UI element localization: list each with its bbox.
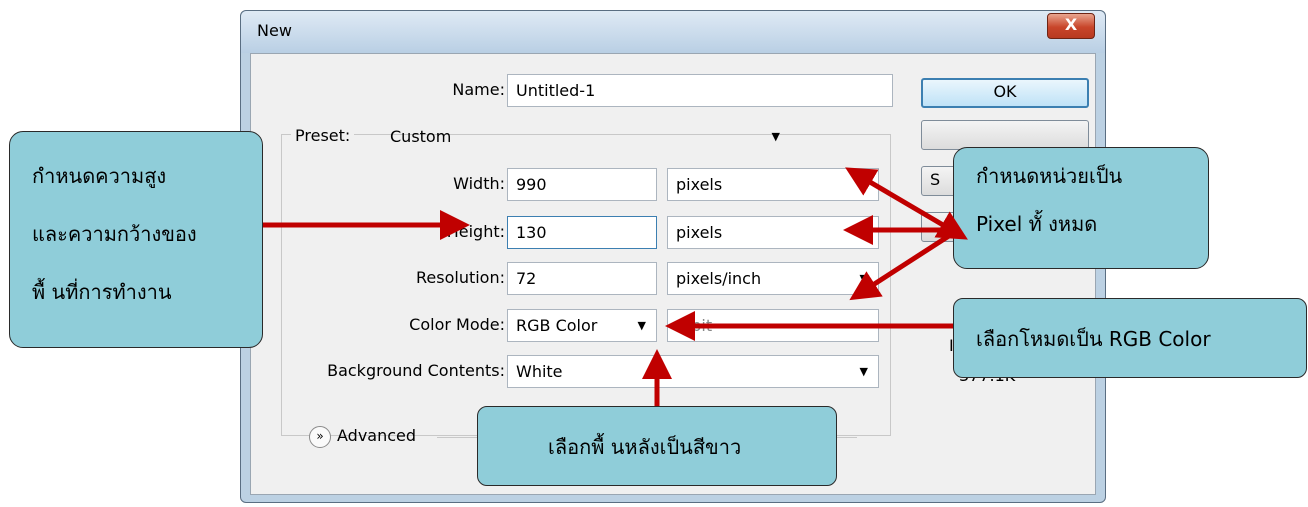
annotation-arrows <box>263 167 968 406</box>
arrow-to-width-unit <box>845 167 968 240</box>
arrow-to-resolution-unit <box>849 229 957 301</box>
